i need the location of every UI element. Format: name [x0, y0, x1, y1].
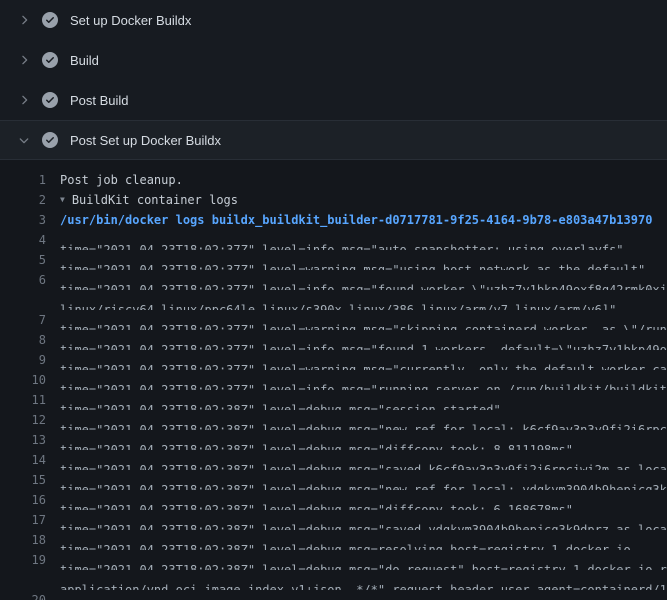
log-text: time="2021-04-23T18:02:38Z" level=debug …	[60, 430, 667, 450]
log-text: application/vnd.oci.image.index.v1+json,…	[60, 570, 667, 590]
line-number[interactable]: 6	[0, 270, 46, 290]
line-number[interactable]: 20	[0, 590, 46, 600]
line-number[interactable]: 15	[0, 470, 46, 490]
log-text: time="2021-04-23T18:02:37Z" level=warnin…	[60, 350, 667, 370]
log-area: 1 Post job cleanup. 2 ▼ BuildKit container l…	[0, 160, 667, 600]
log-row: 8 time="2021-04-23T18:02:37Z" level=info …	[0, 330, 667, 350]
line-number[interactable]: 11	[0, 390, 46, 410]
log-row: 6 time="2021-04-23T18:02:37Z" level=info …	[0, 270, 667, 290]
line-number	[0, 290, 46, 310]
log-row: 10 time="2021-04-23T18:02:37Z" level=info…	[0, 370, 667, 390]
step-label: Set up Docker Buildx	[70, 13, 191, 28]
line-number[interactable]: 12	[0, 410, 46, 430]
log-text: time="2021-04-23T18:02:38Z" level=debug …	[60, 550, 667, 570]
check-circle-icon	[42, 132, 58, 148]
log-text: time="2021-04-23T18:02:38Z" level=debug …	[60, 390, 667, 410]
line-number[interactable]: 2	[0, 190, 46, 210]
log-text: time="2021-04-23T18:02:38Z" level=debug …	[60, 450, 667, 470]
line-number[interactable]: 3	[0, 210, 46, 230]
log-row: 12 time="2021-04-23T18:02:38Z" level=debu…	[0, 410, 667, 430]
log-row-continuation: linux/riscv64 linux/ppc64le linux/s390x …	[0, 290, 667, 310]
line-number[interactable]: 4	[0, 230, 46, 250]
log-text: time="2021-04-23T18:02:37Z" level=warnin…	[60, 310, 667, 330]
log-row-continuation: application/vnd.oci.image.index.v1+json,…	[0, 570, 667, 590]
log-text: time="2021-04-23T18:02:37Z" level=warnin…	[60, 250, 667, 270]
line-number[interactable]: 9	[0, 350, 46, 370]
log-row: 7 time="2021-04-23T18:02:37Z" level=warni…	[0, 310, 667, 330]
log-row: 20 time="2021-04-23T18:02:38Z" level=debu…	[0, 590, 667, 600]
log-text: time="2021-04-23T18:02:37Z" level=info m…	[60, 270, 667, 290]
line-number[interactable]: 10	[0, 370, 46, 390]
line-number[interactable]: 17	[0, 510, 46, 530]
log-text: linux/riscv64 linux/ppc64le linux/s390x …	[60, 290, 667, 310]
log-row: 17 time="2021-04-23T18:02:38Z" level=debu…	[0, 510, 667, 530]
log-group-toggle-icon[interactable]: ▼	[60, 190, 65, 210]
log-text: time="2021-04-23T18:02:37Z" level=info m…	[60, 370, 667, 390]
log-row: 18 time="2021-04-23T18:02:38Z" level=debu…	[0, 530, 667, 550]
log-row: 13 time="2021-04-23T18:02:38Z" level=debu…	[0, 430, 667, 450]
line-number[interactable]: 19	[0, 550, 46, 570]
line-number[interactable]: 13	[0, 430, 46, 450]
chevron-down-icon[interactable]	[16, 132, 32, 148]
log-text: time="2021-04-23T18:02:38Z" level=debug …	[60, 530, 667, 550]
line-number[interactable]: 8	[0, 330, 46, 350]
steps-list: Set up Docker Buildx Build Post Build	[0, 0, 667, 160]
check-circle-icon	[42, 52, 58, 68]
line-number[interactable]: 7	[0, 310, 46, 330]
step-label: Build	[70, 53, 99, 68]
log-row: 4 time="2021-04-23T18:02:37Z" level=info …	[0, 230, 667, 250]
log-row: 3/usr/bin/docker logs buildx_buildkit_bu…	[0, 210, 667, 230]
log-row: 5 time="2021-04-23T18:02:37Z" level=warni…	[0, 250, 667, 270]
chevron-right-icon[interactable]	[16, 52, 32, 68]
step-set-up-docker-buildx[interactable]: Set up Docker Buildx	[0, 0, 667, 40]
log-row: 2 ▼ BuildKit container logs	[0, 190, 667, 210]
step-post-build[interactable]: Post Build	[0, 80, 667, 120]
log-text: /usr/bin/docker logs buildx_buildkit_bui…	[60, 210, 652, 230]
line-number[interactable]: 1	[0, 170, 46, 190]
log-lines: 1 Post job cleanup. 2 ▼ BuildKit container l…	[0, 170, 667, 600]
line-number[interactable]: 18	[0, 530, 46, 550]
chevron-right-icon[interactable]	[16, 12, 32, 28]
step-label: Post Build	[70, 93, 129, 108]
step-label: Post Set up Docker Buildx	[70, 133, 221, 148]
actions-log-viewer: Set up Docker Buildx Build Post Build	[0, 0, 667, 600]
log-text: time="2021-04-23T18:02:37Z" level=info m…	[60, 330, 667, 350]
line-number[interactable]: 16	[0, 490, 46, 510]
log-text: time="2021-04-23T18:02:38Z" level=debug …	[60, 410, 667, 430]
step-build[interactable]: Build	[0, 40, 667, 80]
log-text: Post job cleanup.	[60, 170, 183, 190]
log-row: 16 time="2021-04-23T18:02:38Z" level=debu…	[0, 490, 667, 510]
step-post-set-up-docker-buildx[interactable]: Post Set up Docker Buildx	[0, 120, 667, 160]
chevron-right-icon[interactable]	[16, 92, 32, 108]
log-text: time="2021-04-23T18:02:38Z" level=debug …	[60, 470, 667, 490]
log-text: time="2021-04-23T18:02:38Z" level=debug …	[60, 510, 667, 530]
log-text: time="2021-04-23T18:02:37Z" level=info m…	[60, 230, 667, 250]
log-row: 19 time="2021-04-23T18:02:38Z" level=debu…	[0, 550, 667, 570]
log-row: 14 time="2021-04-23T18:02:38Z" level=debu…	[0, 450, 667, 470]
log-row: 9 time="2021-04-23T18:02:37Z" level=warni…	[0, 350, 667, 370]
log-text: time="2021-04-23T18:02:38Z" level=debug …	[60, 590, 667, 600]
log-row: 1 Post job cleanup.	[0, 170, 667, 190]
log-text: time="2021-04-23T18:02:38Z" level=debug …	[60, 490, 667, 510]
check-circle-icon	[42, 12, 58, 28]
log-row: 15 time="2021-04-23T18:02:38Z" level=debu…	[0, 470, 667, 490]
check-circle-icon	[42, 92, 58, 108]
line-number	[0, 570, 46, 590]
line-number[interactable]: 14	[0, 450, 46, 470]
line-number[interactable]: 5	[0, 250, 46, 270]
log-row: 11 time="2021-04-23T18:02:38Z" level=debu…	[0, 390, 667, 410]
log-text: BuildKit container logs	[72, 190, 238, 210]
